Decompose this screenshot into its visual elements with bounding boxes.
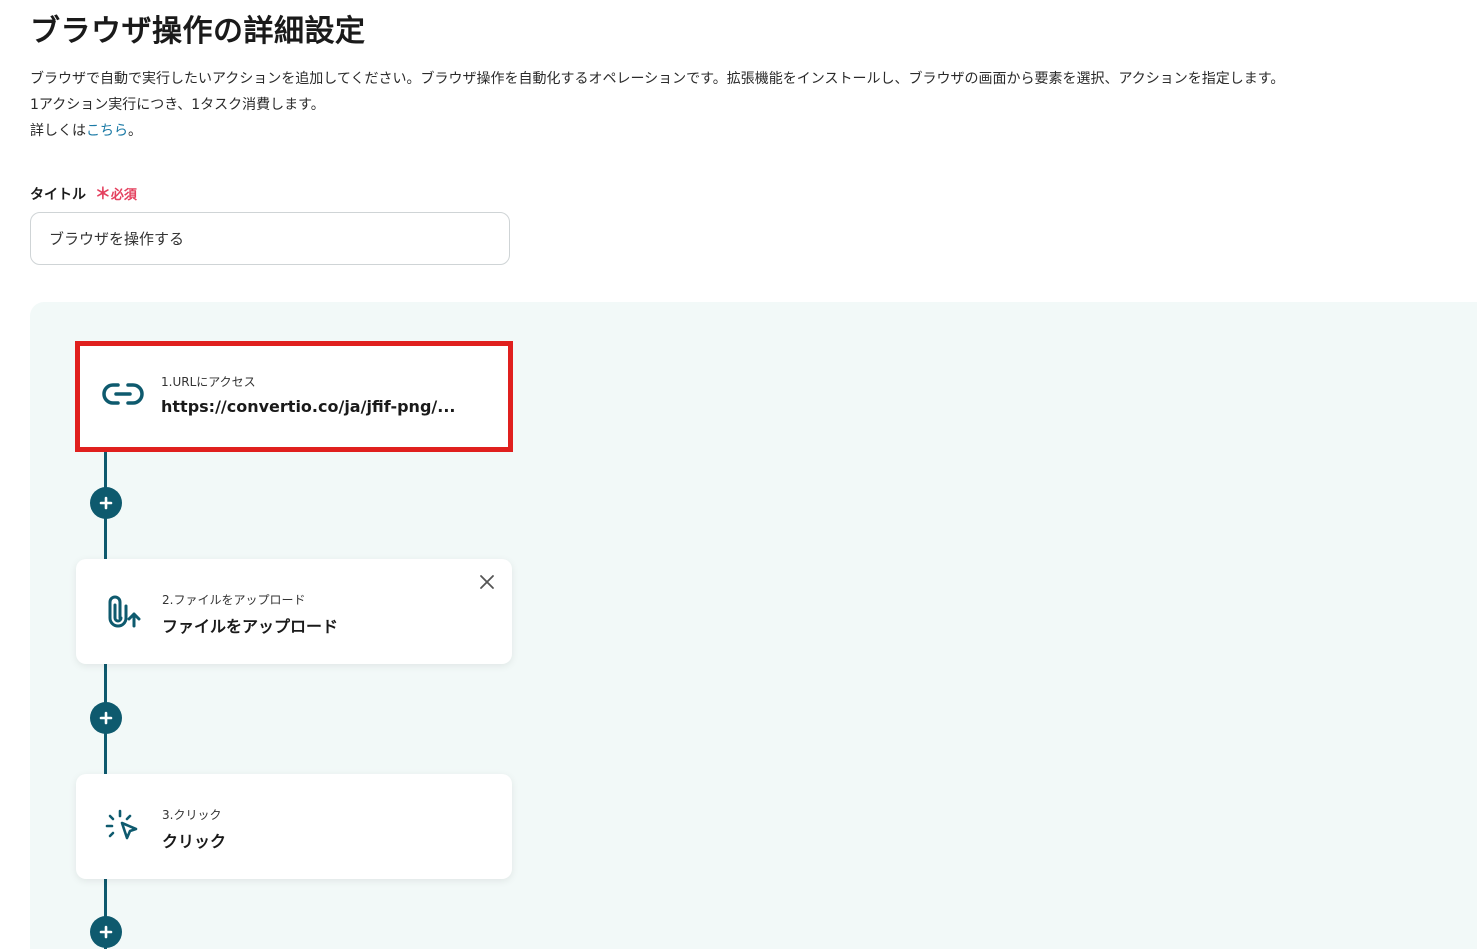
action-title: https://convertio.co/ja/jfif-png/... [161, 397, 456, 416]
required-star: ＊ [94, 184, 111, 203]
title-input[interactable] [30, 212, 510, 265]
plus-icon [99, 496, 113, 510]
action-step-label: 2.ファイルをアップロード [162, 593, 306, 607]
action-card-url-access[interactable]: 1.URLにアクセス https://convertio.co/ja/jfif-… [75, 341, 513, 452]
add-action-button[interactable] [90, 487, 122, 519]
details-line: 詳しくはこちら。 [30, 118, 1284, 144]
details-prefix: 詳しくは [30, 123, 86, 139]
title-label-text: タイトル [30, 187, 86, 203]
add-action-button[interactable] [90, 916, 122, 948]
page: ブラウザ操作の詳細設定 ブラウザで自動で実行したいアクションを追加してください。… [0, 0, 1477, 949]
details-suffix: 。 [128, 123, 142, 139]
page-title: ブラウザ操作の詳細設定 [30, 14, 366, 49]
paperclip-upload-icon [100, 593, 144, 629]
action-title: ファイルをアップロード [162, 617, 339, 636]
add-action-button[interactable] [90, 702, 122, 734]
description-line-1: ブラウザで自動で実行したいアクションを追加してください。ブラウザ操作を自動化する… [30, 71, 1285, 87]
description: ブラウザで自動で実行したいアクションを追加してください。ブラウザ操作を自動化する… [30, 66, 1284, 144]
action-card-click[interactable]: 3.クリック クリック [76, 774, 512, 879]
plus-icon [99, 925, 113, 939]
cursor-click-icon [100, 808, 144, 844]
action-card-file-upload[interactable]: 2.ファイルをアップロード ファイルをアップロード [76, 559, 512, 664]
title-field-label: タイトル ＊必須 [30, 180, 137, 204]
required-text: 必須 [110, 188, 137, 203]
description-line-2: 1アクション実行につき、1タスク消費します。 [30, 97, 325, 113]
action-step-label: 1.URLにアクセス [161, 375, 256, 389]
action-step-label: 3.クリック [162, 808, 222, 822]
required-badge: ＊必須 [95, 184, 137, 203]
details-link[interactable]: こちら [86, 123, 128, 139]
link-icon [101, 376, 145, 412]
plus-icon [99, 711, 113, 725]
close-icon[interactable] [476, 571, 498, 593]
action-title: クリック [162, 832, 227, 851]
